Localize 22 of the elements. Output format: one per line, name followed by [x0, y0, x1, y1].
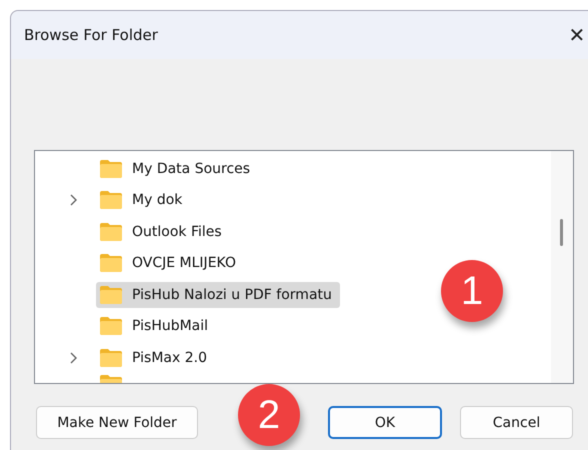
window-title: Browse For Folder	[24, 26, 158, 44]
folder-icon	[99, 316, 123, 336]
close-button[interactable]: ✕	[555, 15, 588, 55]
tree-item[interactable]: PisHub Nalozi u PDF formatu	[96, 282, 340, 308]
folder-icon	[99, 284, 123, 305]
chevron-icon[interactable]	[69, 194, 79, 206]
tree-item[interactable]: Outlook Files	[96, 218, 230, 245]
scrollbar[interactable]	[551, 151, 573, 383]
tree-item[interactable]: PisHubMail	[96, 313, 216, 340]
tree-item[interactable]: My Data Sources	[96, 156, 258, 182]
folder-icon	[99, 348, 123, 368]
tree-item[interactable]: OVCJE MLIJEKO	[96, 250, 244, 276]
folder-icon	[99, 190, 123, 210]
folder-icon	[99, 158, 123, 179]
dialog-button[interactable]: Make New Folder	[36, 406, 198, 439]
dialog-button[interactable]: OK	[328, 406, 442, 439]
dialog-button[interactable]: Cancel	[460, 406, 573, 439]
tree-item[interactable]: PisMax 2.0	[96, 344, 215, 371]
chevron-icon[interactable]	[69, 352, 79, 364]
folder-icon	[99, 253, 123, 274]
tree-item[interactable]: My dok	[96, 187, 190, 214]
folder-icon	[99, 222, 123, 242]
